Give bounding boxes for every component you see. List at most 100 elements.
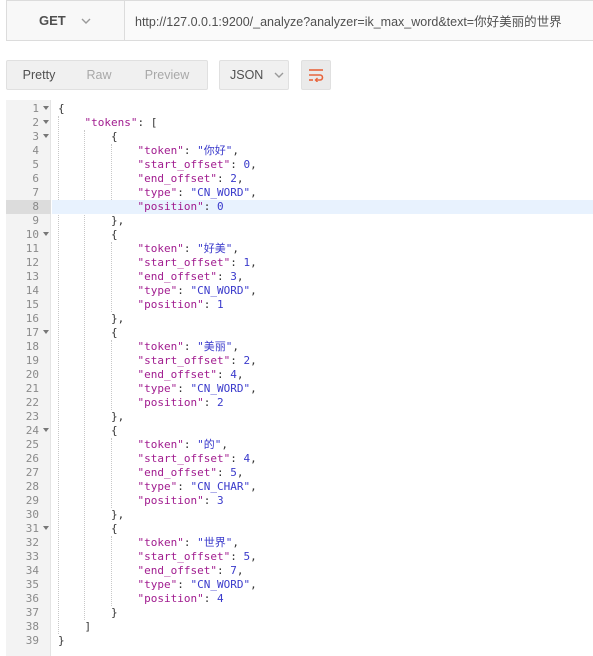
line-number: 9	[32, 214, 39, 227]
code-line: },	[110, 214, 125, 227]
line-number: 20	[25, 368, 39, 381]
code-line: "position": 1	[137, 298, 224, 311]
line-number: 24	[6, 424, 51, 438]
line-number: 1	[6, 102, 51, 116]
code-line: "end_offset": 4,	[137, 368, 244, 381]
line-number: 33	[25, 550, 39, 563]
fold-toggle-icon[interactable]	[43, 330, 49, 334]
line-number: 8	[6, 200, 51, 214]
response-body-editor[interactable]: 1 2 3 4 5 6 7 8 9 10 11 12 13 14 15 16 17 18 19 20 21 22 23 24 2…	[6, 100, 593, 656]
code-line: "start_offset": 1,	[137, 256, 257, 269]
view-mode-group: Pretty Raw Preview	[6, 60, 208, 90]
code-line: "token": "世界",	[137, 536, 239, 549]
code-line: "start_offset": 5,	[137, 550, 257, 563]
line-number: 23	[25, 410, 39, 423]
code-line: "end_offset": 7,	[137, 564, 244, 577]
method-label: GET	[39, 13, 66, 28]
code-line: "start_offset": 2,	[137, 354, 257, 367]
tab-raw[interactable]: Raw	[71, 61, 127, 89]
line-number: 32	[25, 536, 39, 549]
line-number: 11	[25, 242, 39, 255]
code-line: "type": "CN_CHAR",	[137, 480, 257, 493]
code-line: "type": "CN_WORD",	[137, 578, 257, 591]
tab-pretty[interactable]: Pretty	[7, 61, 71, 89]
method-select[interactable]: GET	[7, 1, 125, 40]
fold-toggle-icon[interactable]	[43, 428, 49, 432]
code-line: "token": "美丽",	[137, 340, 239, 353]
code-line: "type": "CN_WORD",	[137, 284, 257, 297]
line-number: 16	[25, 312, 39, 325]
code-line: "token": "好美",	[137, 242, 239, 255]
line-number: 36	[25, 592, 39, 605]
code-line: "end_offset": 3,	[137, 270, 244, 283]
line-number: 35	[25, 578, 39, 591]
fold-toggle-icon[interactable]	[43, 232, 49, 236]
line-number: 34	[25, 564, 39, 577]
fold-toggle-icon[interactable]	[43, 106, 49, 110]
code-line: "end_offset": 2,	[137, 172, 244, 185]
line-number: 30	[25, 508, 39, 521]
line-number: 19	[25, 354, 39, 367]
code-line: },	[110, 410, 125, 423]
line-number: 39	[25, 634, 39, 647]
request-bar: GET http://127.0.0.1:9200/_analyze?analy…	[6, 0, 593, 41]
code-line: },	[110, 508, 125, 521]
line-number: 26	[25, 452, 39, 465]
line-number: 2	[6, 116, 51, 130]
line-number: 37	[25, 606, 39, 619]
line-number: 5	[32, 158, 39, 171]
code-line: "tokens": [	[84, 116, 158, 129]
line-number: 14	[25, 284, 39, 297]
url-input[interactable]: http://127.0.0.1:9200/_analyze?analyzer=…	[125, 1, 593, 40]
line-number: 13	[25, 270, 39, 283]
line-number: 31	[6, 522, 51, 536]
chevron-down-icon	[81, 18, 91, 24]
code-line: "type": "CN_WORD",	[137, 382, 257, 395]
line-number: 28	[25, 480, 39, 493]
line-number: 6	[32, 172, 39, 185]
response-toolbar: Pretty Raw Preview JSON	[6, 60, 331, 90]
tab-preview[interactable]: Preview	[127, 61, 207, 89]
code-line: "position": 3	[137, 494, 224, 507]
code-line: {	[110, 424, 118, 437]
code-line: "token": "的",	[137, 438, 228, 451]
code-line: }	[58, 634, 65, 647]
fold-toggle-icon[interactable]	[43, 120, 49, 124]
wrap-lines-icon	[309, 69, 324, 82]
code-line: "token": "你好",	[137, 144, 239, 157]
wrap-lines-button[interactable]	[301, 60, 331, 90]
fold-toggle-icon[interactable]	[43, 134, 49, 138]
code-line: ]	[84, 620, 92, 633]
line-number: 38	[25, 620, 39, 633]
code-line: }	[110, 606, 118, 619]
code-line: "position": 2	[137, 396, 224, 409]
format-select[interactable]: JSON	[219, 60, 289, 90]
fold-toggle-icon[interactable]	[43, 526, 49, 530]
chevron-down-icon	[274, 72, 284, 78]
code-line: "end_offset": 5,	[137, 466, 244, 479]
line-number: 12	[25, 256, 39, 269]
code-line: {	[110, 130, 118, 143]
line-number: 10	[6, 228, 51, 242]
format-label: JSON	[230, 68, 264, 82]
line-number: 15	[25, 298, 39, 311]
code-line: "type": "CN_WORD",	[137, 186, 257, 199]
code-line: {	[110, 522, 118, 535]
code-line: "start_offset": 0,	[137, 158, 257, 171]
code-line: {	[110, 228, 118, 241]
code-line: },	[110, 312, 125, 325]
line-number: 29	[25, 494, 39, 507]
line-number: 7	[32, 186, 39, 199]
line-number: 18	[25, 340, 39, 353]
line-number: 3	[6, 130, 51, 144]
line-number: 22	[25, 396, 39, 409]
line-number: 21	[25, 382, 39, 395]
line-number: 17	[6, 326, 51, 340]
code-line: {	[110, 326, 118, 339]
code-line: "position": 0	[52, 200, 593, 214]
line-number: 25	[25, 438, 39, 451]
code-line: "position": 4	[137, 592, 224, 605]
line-number: 4	[32, 144, 39, 157]
line-number: 27	[25, 466, 39, 479]
code-line: "start_offset": 4,	[137, 452, 257, 465]
